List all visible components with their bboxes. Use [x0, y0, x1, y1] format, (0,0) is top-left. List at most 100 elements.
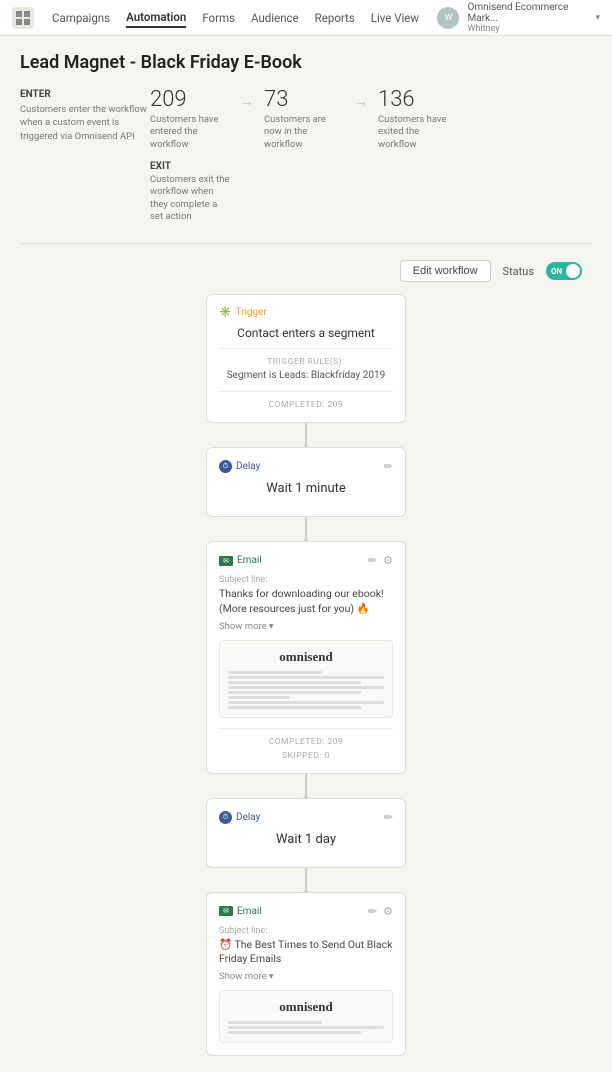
email-1-completed: COMPLETED: 209: [219, 728, 393, 747]
stat-2-number: 73: [264, 89, 288, 111]
status-label: Status: [503, 265, 534, 278]
email-1-settings-button[interactable]: ⚙: [383, 554, 393, 567]
trigger-rules: TRIGGER RULE(S): Segment is Leads: Black…: [219, 348, 393, 381]
chevron-down-small-icon-2: ▾: [269, 971, 274, 982]
email-1-actions: ✏ ⚙: [368, 554, 393, 567]
preview-line: [228, 696, 290, 699]
stat-3-number: 136: [378, 89, 415, 111]
email-2-node: ✉ Email ✏ ⚙ Subject line: ⏰ The Best Tim…: [206, 892, 406, 1056]
email-2-edit-button[interactable]: ✏: [368, 905, 377, 918]
navbar: Campaigns Automation Forms Audience Repo…: [0, 0, 612, 36]
page-content: Lead Magnet - Black Friday E-Book ENTER …: [0, 36, 612, 1072]
connector-1: [305, 423, 307, 447]
chevron-down-small-icon: ▾: [269, 621, 274, 632]
chevron-down-icon: ▾: [595, 13, 600, 23]
email-2-actions: ✏ ⚙: [368, 905, 393, 918]
stat-1-desc: Customers have entered the workflow: [150, 114, 230, 151]
stat-enter-block: ENTER Customers enter the workflow when …: [20, 89, 150, 143]
nav-account[interactable]: Omnisend Ecommerce Mark... Whitney: [467, 2, 587, 34]
stat-1: 209 Customers have entered the workflow: [150, 89, 230, 151]
email-2-header: ✉ Email ✏ ⚙: [219, 905, 393, 918]
delay-1-edit-button[interactable]: ✏: [384, 460, 393, 473]
star-icon: ✳️: [219, 307, 231, 318]
nav-campaigns[interactable]: Campaigns: [52, 9, 110, 27]
nav-right: W Omnisend Ecommerce Mark... Whitney ▾: [437, 2, 600, 34]
email-2-subject-label: Subject line:: [219, 926, 393, 936]
preview-line: [228, 1031, 361, 1034]
email-2-subject: ⏰ The Best Times to Send Out Black Frida…: [219, 938, 393, 967]
email-1-type-label: ✉ Email: [219, 555, 262, 566]
delay-2-edit-button[interactable]: ✏: [384, 811, 393, 824]
nav-automation[interactable]: Automation: [126, 8, 186, 28]
workflow-nodes: ✳️ Trigger Contact enters a segment TRIG…: [20, 294, 592, 1056]
stat-1-number: 209: [150, 89, 187, 111]
connector-2: [305, 517, 307, 541]
email-2-preview-lines: [228, 1021, 384, 1034]
delay-2-header: ⏱ Delay ✏: [219, 811, 393, 824]
preview-line: [228, 681, 361, 684]
nav-reports[interactable]: Reports: [315, 9, 355, 27]
delay-2-actions: ✏: [384, 811, 393, 824]
preview-line: [228, 701, 384, 704]
delay-1-header: ⏱ Delay ✏: [219, 460, 393, 473]
trigger-node-header: ✳️ Trigger: [219, 307, 393, 318]
stat-3: 136 Customers have exited the workflow: [378, 89, 458, 151]
exit-description: Customers exit the workflow when they co…: [150, 174, 230, 223]
email-1-subject-label: Subject line:: [219, 575, 393, 585]
preview-line: [228, 671, 322, 674]
stat-3-desc: Customers have exited the workflow: [378, 114, 458, 151]
delay-1-node: ⏱ Delay ✏ Wait 1 minute: [206, 447, 406, 517]
toggle-knob: [566, 264, 580, 278]
edit-workflow-button[interactable]: Edit workflow: [400, 260, 491, 282]
trigger-completed: COMPLETED: 209: [219, 391, 393, 410]
email-2-settings-button[interactable]: ⚙: [383, 905, 393, 918]
clock-icon: ⏱: [219, 460, 232, 473]
arrow-icon-1: →: [230, 93, 264, 110]
email-icon-2: ✉: [219, 906, 233, 916]
nav-live-view[interactable]: Live View: [371, 9, 419, 27]
connector-4: [305, 868, 307, 892]
email-1-subject: Thanks for downloading our ebook! (More …: [219, 587, 393, 616]
email-2-preview: omnisend: [219, 990, 393, 1043]
preview-line: [228, 676, 384, 679]
preview-line: [228, 691, 361, 694]
email-2-show-more[interactable]: Show more ▾: [219, 971, 393, 982]
preview-line: [228, 1026, 384, 1029]
email-1-preview: omnisend: [219, 640, 393, 718]
nav-items: Campaigns Automation Forms Audience Repo…: [52, 8, 419, 28]
account-name: Omnisend Ecommerce Mark...: [467, 2, 587, 24]
preview-line: [228, 706, 361, 709]
nav-forms[interactable]: Forms: [202, 9, 235, 27]
arrow-icon-2: →: [344, 93, 378, 110]
email-1-show-more[interactable]: Show more ▾: [219, 621, 393, 632]
connector-3: [305, 774, 307, 798]
account-user: Whitney: [467, 24, 587, 34]
avatar: W: [437, 7, 459, 29]
workflow-area: Edit workflow Status ON ✳️ Trigger Conta…: [20, 260, 592, 1056]
email-2-type-label: ✉ Email: [219, 906, 262, 917]
logo: [12, 7, 34, 29]
trigger-rule-label: TRIGGER RULE(S):: [219, 357, 393, 367]
nav-audience[interactable]: Audience: [251, 9, 299, 27]
delay-2-node: ⏱ Delay ✏ Wait 1 day: [206, 798, 406, 868]
email-1-skipped: SKIPPED: 0: [219, 751, 393, 761]
email-1-node: ✉ Email ✏ ⚙ Subject line: Thanks for dow…: [206, 541, 406, 773]
workflow-toolbar: Edit workflow Status ON: [400, 260, 582, 282]
exit-label: EXIT: [150, 161, 230, 172]
delay-1-wait: Wait 1 minute: [219, 481, 393, 496]
trigger-type-label: ✳️ Trigger: [219, 307, 267, 318]
delay-2-type-label: ⏱ Delay: [219, 811, 260, 824]
enter-description: Customers enter the workflow when a cust…: [20, 103, 150, 143]
email-1-header: ✉ Email ✏ ⚙: [219, 554, 393, 567]
email-1-edit-button[interactable]: ✏: [368, 554, 377, 567]
email-1-preview-lines: [228, 671, 384, 709]
trigger-rule-value: Segment is Leads: Blackfriday 2019: [219, 370, 393, 381]
status-toggle[interactable]: ON: [546, 262, 582, 280]
trigger-title: Contact enters a segment: [219, 326, 393, 340]
delay-2-wait: Wait 1 day: [219, 832, 393, 847]
delay-1-actions: ✏: [384, 460, 393, 473]
stat-2: 73 Customers are now in the workflow: [264, 89, 344, 151]
preview-line: [228, 686, 384, 689]
stat-exit-block: EXIT Customers exit the workflow when th…: [150, 161, 230, 223]
omnisend-brand-1: omnisend: [228, 649, 384, 665]
